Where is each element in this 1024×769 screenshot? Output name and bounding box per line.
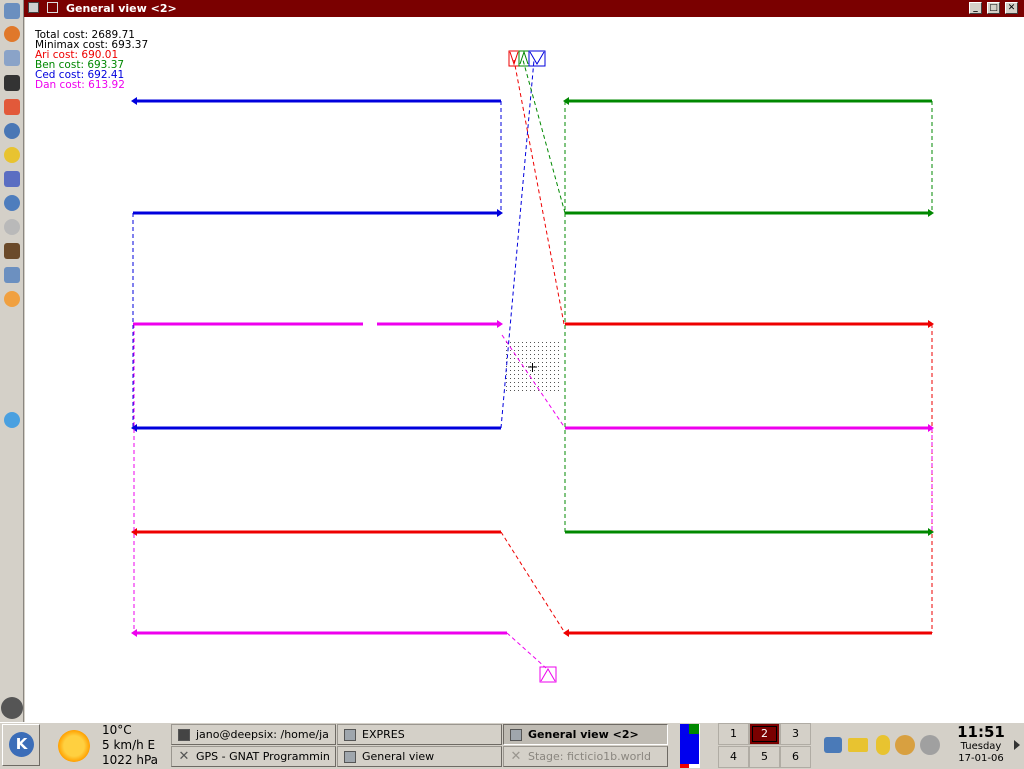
connector (522, 59, 566, 214)
klipper-icon[interactable] (848, 738, 868, 752)
pager-desktop-4[interactable]: 4 (718, 746, 749, 768)
home-icon[interactable] (4, 99, 20, 115)
volume-icon[interactable] (824, 737, 842, 753)
monitor-bar (689, 724, 699, 734)
pager-desktop-3[interactable]: 3 (780, 723, 811, 745)
task-expres[interactable]: EXPRES (337, 724, 502, 745)
kde-menu-button[interactable]: K (2, 724, 40, 766)
arrow-head (497, 320, 503, 328)
kopete-tray-icon[interactable] (876, 735, 890, 755)
task-label: Stage: ficticio1b.world (528, 750, 651, 763)
route-map (131, 50, 934, 683)
window-icon (344, 751, 356, 763)
launcher-bar (0, 0, 24, 722)
monitor-bar (689, 734, 699, 764)
alarm-clock-icon[interactable] (895, 735, 915, 755)
arrow-head (928, 209, 934, 217)
robot-ced-glyph (529, 51, 545, 65)
graph-icon[interactable] (4, 171, 20, 187)
task-label: GPS - GNAT Programmin (196, 750, 330, 763)
clock-time: 11:51 (957, 723, 1005, 741)
connector (506, 632, 547, 669)
task-stage[interactable]: ✕ Stage: ficticio1b.world (503, 746, 668, 767)
connector (500, 531, 566, 634)
close-button[interactable]: ✕ (1005, 2, 1018, 14)
kde-menu-launcher-icon[interactable] (4, 3, 20, 19)
update-icon[interactable] (4, 291, 20, 307)
pager-desktop-1[interactable]: 1 (718, 723, 749, 745)
system-monitor[interactable] (680, 724, 700, 768)
window-icon (510, 729, 522, 741)
x-icon: ✕ (510, 749, 522, 764)
robot-dan-glyph (540, 668, 556, 682)
task-general-view-2[interactable]: General view <2> (503, 724, 668, 745)
monitor-icon[interactable] (4, 267, 20, 283)
monitor-bar (680, 764, 689, 768)
moon-icon[interactable] (1, 697, 23, 719)
task-gps[interactable]: ✕ GPS - GNAT Programmin (171, 746, 336, 767)
pager-desktop-5[interactable]: 5 (749, 746, 780, 768)
clock-date: 17-01-06 (958, 753, 1004, 764)
window-titlebar[interactable]: General view <2> _ □ ✕ (24, 0, 1024, 17)
arrow-head (928, 320, 934, 328)
minimize-button[interactable]: _ (969, 2, 982, 14)
clock[interactable]: 11:51 Tuesday 17-01-06 (952, 724, 1010, 765)
network-icon[interactable] (4, 50, 20, 66)
pager-desktop-2[interactable]: 2 (749, 723, 780, 745)
arrow-head (131, 97, 137, 105)
photo-icon[interactable] (4, 243, 20, 259)
window-menu-icon[interactable] (28, 2, 39, 13)
pager-desktop-6[interactable]: 6 (780, 746, 811, 768)
weather-pressure: 1022 hPa (102, 753, 159, 767)
kde-logo-icon: K (9, 732, 34, 757)
task-label: jano@deepsix: /home/ja (196, 728, 329, 741)
task-label: General view (362, 750, 435, 763)
kopete-icon[interactable] (4, 147, 20, 163)
taskbar: K 10°C 5 km/h E 1022 hPa jano@deepsix: /… (0, 722, 1024, 768)
weather-temp: 10°C (102, 723, 132, 737)
settings-icon[interactable] (4, 219, 20, 235)
window-icon (344, 729, 356, 741)
firefox-icon[interactable] (4, 26, 20, 42)
konqueror-icon[interactable] (4, 123, 20, 139)
task-label: EXPRES (362, 728, 405, 741)
arrow-head (563, 97, 569, 105)
terminal-icon (178, 729, 190, 741)
monitor-bar (680, 724, 689, 768)
simulation-canvas[interactable]: Total cost: 2689.71 Minimax cost: 693.37… (25, 17, 1024, 722)
terminal-icon[interactable] (4, 75, 20, 91)
arrow-head (563, 629, 569, 637)
arrow-head (928, 528, 934, 536)
sun-icon (58, 730, 90, 762)
task-terminal[interactable]: jano@deepsix: /home/ja (171, 724, 336, 745)
panel-hide-arrow-icon[interactable] (1014, 740, 1020, 750)
weather-wind: 5 km/h E (102, 738, 156, 752)
sticky-icon[interactable] (47, 2, 58, 13)
connector (513, 59, 565, 325)
x-icon: ✕ (178, 749, 190, 764)
weather-widget[interactable]: 10°C 5 km/h E 1022 hPa (102, 723, 158, 768)
network-tray-icon[interactable] (920, 735, 940, 755)
arrow-head (928, 424, 934, 432)
arrow-head (497, 209, 503, 217)
compass-icon[interactable] (4, 195, 20, 211)
task-general-view[interactable]: General view (337, 746, 502, 767)
clock-day: Tuesday (960, 741, 1002, 752)
window-title: General view <2> (66, 2, 177, 15)
globe-icon[interactable] (4, 412, 20, 428)
maximize-button[interactable]: □ (987, 2, 1000, 14)
desktop-pager: 1 2 3 4 5 6 (718, 723, 812, 769)
task-label: General view <2> (528, 728, 639, 741)
